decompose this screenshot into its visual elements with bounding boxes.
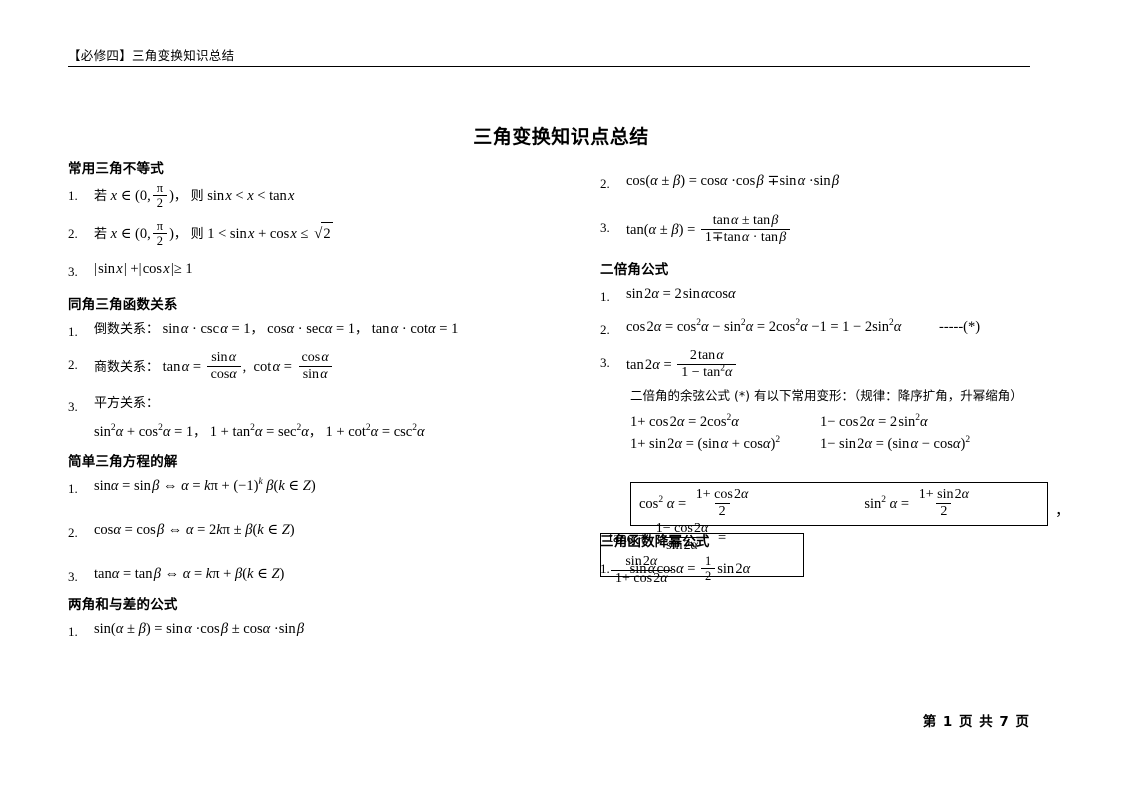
list-item: 3. 平方关系：	[68, 393, 568, 417]
section-heading-sum-difference: 两角和与差的公式	[68, 597, 178, 613]
section-heading-trig-inequalities: 常用三角不等式	[68, 161, 164, 177]
item-number: 2.	[68, 357, 78, 372]
formula-sin-sum-difference: sin(α ± β) = sin α ·cos β ± cosα ·sin β	[94, 621, 305, 637]
list-item: 1. 若 x ∈ (0, π 2)， 则 sin x < x < tan x	[68, 181, 568, 211]
formula-cos-equation-solution: cosα = cos β ⇔ α = 2kπ ± β(k ∈ Z)	[94, 522, 295, 538]
list-item: 3. tanα = tan β ⇔ α = kπ + β(k ∈ Z)	[68, 563, 568, 587]
formula-tan-double-angle: tan 2α = 2 tan α1 − tan2α	[626, 348, 738, 382]
formula-tan-half-angle: tanα = 1− cos 2α sin 2α = sin 2α 1+ cos 2α	[609, 521, 727, 586]
item-number: 3.	[600, 220, 610, 235]
item-number: 2.	[600, 322, 610, 337]
item-number: 1.	[68, 481, 78, 496]
formula-cos-squared-half: cos2 α = 1+ cos 2α 2	[639, 486, 749, 519]
formula-sin-lt-x-lt-tan: 若 x ∈ (0, π 2)， 则 sin x < x < tan x	[94, 181, 295, 210]
formula-variant-1-minus-cos: 1− cos 2α = 2 sin2α	[820, 413, 928, 430]
list-item: 2. 若 x ∈ (0, π 2)， 则 1 < sin x + cos x ≤ √…	[68, 219, 568, 249]
section-heading-simple-equations: 简单三角方程的解	[68, 454, 178, 470]
formula-sin-double-angle: sin 2α = 2 sin αcosα	[626, 286, 736, 302]
formula-abs-sin-plus-abs-cos: | sin x | +| cos x |≥ 1	[94, 261, 193, 277]
item-number: 3.	[68, 399, 78, 414]
running-head: 【必修四】三角变换知识总结	[68, 49, 235, 63]
item-number: 1.	[68, 624, 78, 639]
formula-tan-sum-difference: tan(α ± β) = tan α ± tan β 1∓tan α · tan …	[626, 213, 792, 247]
page-number-label: 第 1 页 共 7 页	[922, 714, 1030, 730]
formula-pythagorean-relations-row: sin2α + cos2α = 1， 1 + tan2α = sec2α， 1 …	[68, 421, 568, 444]
list-item: 2. cosα = cos β ⇔ α = 2kπ ± β(k ∈ Z)	[68, 519, 568, 543]
page-header: 【必修四】三角变换知识总结	[68, 48, 1030, 67]
item-number: 3.	[68, 264, 78, 279]
item-number: 1.	[68, 324, 78, 339]
item-number: 3.	[600, 355, 610, 370]
formula-cos-double-angle: cos 2α = cos2α − sin2α = 2cos2α −1 = 1 −…	[626, 318, 981, 335]
list-item: 1. sin(α ± β) = sin α ·cos β ± cosα ·sin…	[68, 618, 568, 642]
formula-variant-1-plus-sin: 1+ sin 2α = (sin α + cosα)2	[630, 435, 781, 452]
formula-variant-1-minus-sin: 1− sin 2α = (sin α − cosα)2	[820, 435, 971, 452]
formula-sin-squared-half: sin2 α = 1+ sin 2α 2	[864, 486, 969, 519]
variant-row: 1+ sin 2α = (sin α + cosα)2 1− sin 2α = …	[630, 433, 1070, 455]
page-footer: 第 1 页 共 7 页	[0, 710, 1030, 730]
item-label: 倒数关系：	[94, 322, 160, 337]
formula-reciprocal-relations: 倒数关系： sin α · csc α = 1， cosα · secα = 1…	[94, 321, 459, 337]
section-heading-double-angle: 二倍角公式	[600, 262, 669, 278]
boxed-tan-half-angle: tanα = 1− cos 2α sin 2α = sin 2α 1+ cos 2α	[600, 521, 804, 586]
page-title: 三角变换知识点总结	[473, 126, 649, 148]
formula-variant-1-plus-cos: 1+ cos 2α = 2cos2α	[630, 413, 739, 430]
list-item: 2. cos(α ± β) = cosα ·cos β ∓sin α ·sin …	[600, 170, 1070, 194]
list-item: 1. sin 2α = 2 sin αcosα	[600, 283, 1070, 307]
list-item: 1. sinα = sin β ⇔ α = kπ + (−1)k β(k ∈ Z…	[68, 475, 568, 499]
boxed-half-angle-squares: cos2 α = 1+ cos 2α 2 sin2 α = 1+ sin 2α 2	[630, 482, 1048, 526]
item-label: 商数关系：	[94, 359, 160, 375]
double-angle-note: 二倍角的余弦公式 (*) 有以下常用变形：（规律：降序扩角，升幂缩角）	[630, 388, 1023, 403]
item-number: 2.	[600, 176, 610, 191]
section-heading-same-angle-relations: 同角三角函数关系	[68, 297, 178, 313]
item-number: 1.	[68, 188, 78, 203]
item-number: 1.	[600, 289, 610, 304]
formula-sin-plus-cos-bounds: 若 x ∈ (0, π 2)， 则 1 < sin x + cos x ≤ √2	[94, 219, 333, 248]
formula-sin-equation-solution: sinα = sin β ⇔ α = kπ + (−1)k β(k ∈ Z)	[94, 477, 316, 494]
variant-row: 1+ cos 2α = 2cos2α 1− cos 2α = 2 sin2α	[630, 411, 1070, 433]
document-page: 【必修四】三角变换知识总结 三角变换知识点总结 常用三角不等式 1. 若 x ∈…	[0, 0, 1122, 793]
item-label: 平方关系：	[94, 396, 160, 411]
item-number: 2.	[68, 226, 78, 241]
list-item: 2. cos 2α = cos2α − sin2α = 2cos2α −1 = …	[600, 316, 1070, 340]
formula-pythagorean-relations: sin2α + cos2α = 1， 1 + tan2α = sec2α， 1 …	[94, 423, 425, 440]
list-item: 3. tan 2α = 2 tan α1 − tan2α	[600, 348, 1070, 382]
formula-quotient-relations: 商数关系： tan α = sin α cosα, cot α = cos α si…	[94, 350, 335, 384]
left-column: 常用三角不等式 1. 若 x ∈ (0, π 2)， 则 sin x < x < t…	[68, 160, 568, 646]
list-item: 1. 倒数关系： sin α · csc α = 1， cosα · secα …	[68, 318, 568, 342]
header-rule	[68, 66, 1030, 67]
formula-tan-equation-solution: tanα = tan β ⇔ α = kπ + β(k ∈ Z)	[94, 566, 285, 582]
boxed-trailing-comma: ，	[1055, 503, 1071, 519]
formula-cos-sum-difference: cos(α ± β) = cosα ·cos β ∓sin α ·sin β	[626, 173, 840, 189]
list-item: 2. 商数关系： tan α = sin α cosα, cot α = cos …	[68, 350, 568, 384]
list-item: 3. | sin x | +| cos x |≥ 1	[68, 258, 568, 282]
formula-star-tag: -----(*)	[939, 319, 981, 335]
item-number: 3.	[68, 569, 78, 584]
item-number: 2.	[68, 525, 78, 540]
list-item: 3. tan(α ± β) = tan α ± tan β 1∓tan α · t…	[600, 213, 1070, 247]
